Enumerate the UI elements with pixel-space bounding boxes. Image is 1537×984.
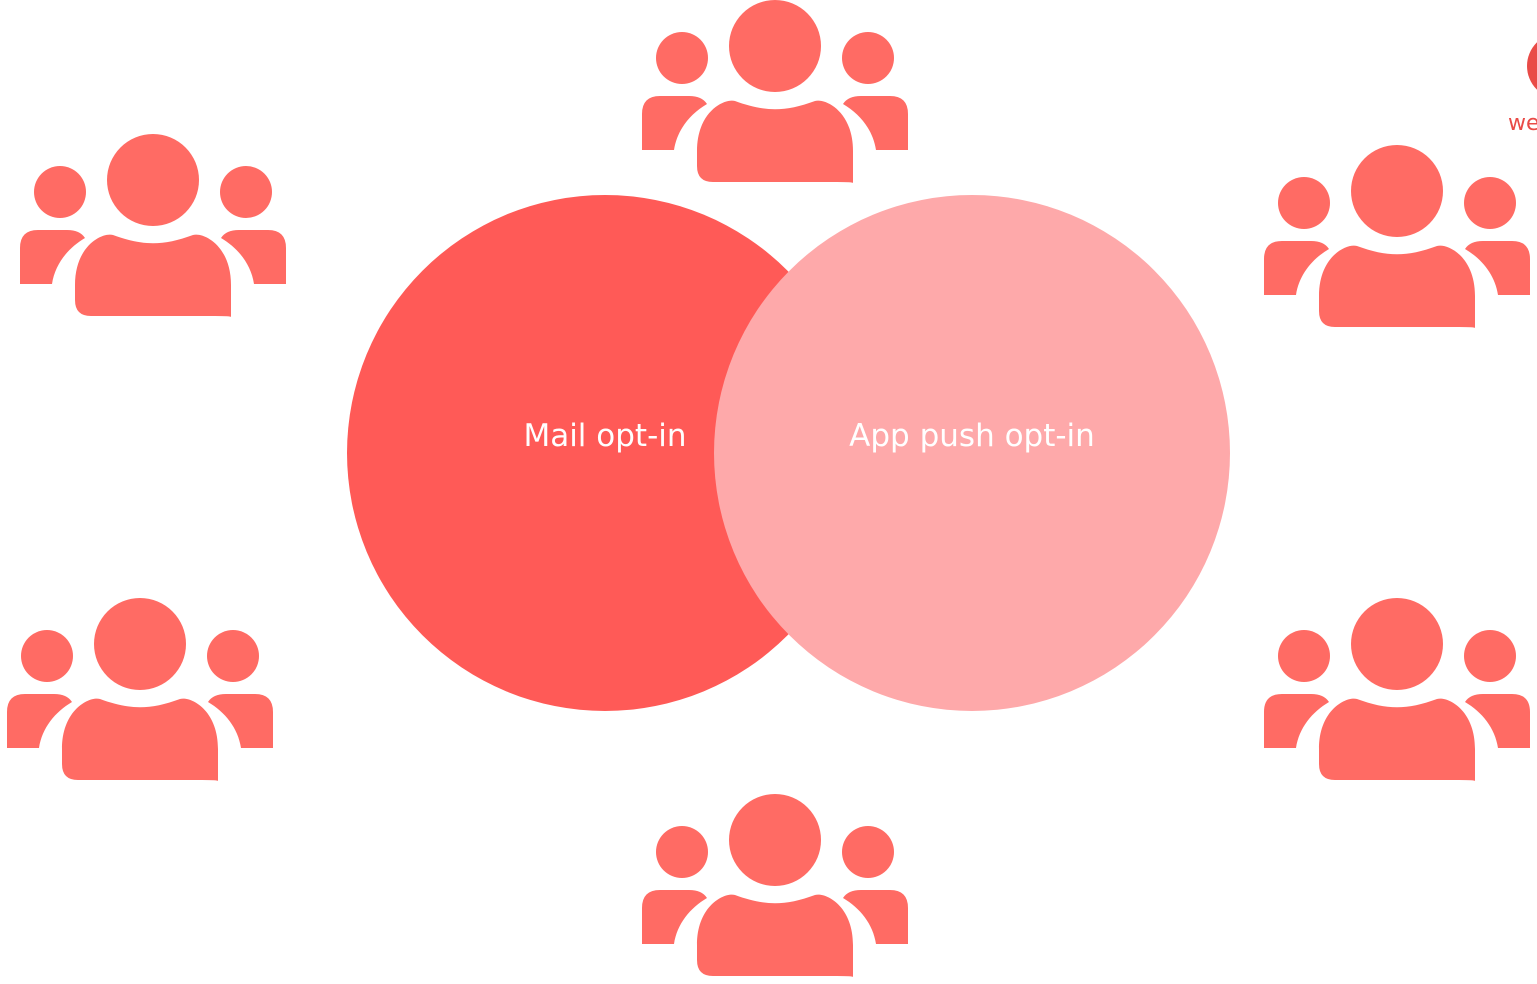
users-group-icon-top-right [1264, 145, 1530, 328]
users-group-icon-bottom-right [1264, 598, 1530, 781]
users-group-icon-top-left [20, 134, 286, 317]
venn-label-app-push-opt-in: App push opt-in [849, 418, 1095, 454]
venn-label-mail-opt-in: Mail opt-in [523, 418, 686, 454]
brand-logo: we [1508, 42, 1537, 136]
brand-logo-text: we [1508, 111, 1537, 136]
users-group-icon-bottom-left [7, 598, 273, 781]
users-group-icon-top [642, 0, 908, 183]
venn-diagram-canvas: we Mail opt-in App push opt-in [0, 0, 1537, 984]
diagram-svg: we Mail opt-in App push opt-in [7, 0, 1537, 977]
users-group-icon-bottom [642, 794, 908, 977]
brand-logo-mark-icon [1527, 42, 1537, 90]
